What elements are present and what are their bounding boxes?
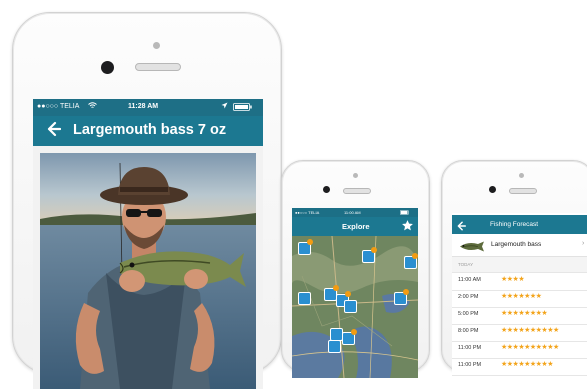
forecast-time: 11:00 PM [458,362,482,368]
map-pin[interactable] [298,292,311,305]
map-pin-badge [333,285,339,291]
section-header: TODAY [452,257,587,273]
earpiece-speaker [343,188,371,194]
forecast-row[interactable]: 11:00 PM ★★★★★★★★★★ [452,341,587,359]
forecast-time: 8:00 PM [458,328,479,334]
forecast-row[interactable]: 11:00 AM ★★★★ [452,273,587,291]
map-view[interactable] [292,236,418,378]
phone-explore-map: ●●○○○ TELIA 11:00 AM Explore [281,160,430,378]
explore-screen: ●●○○○ TELIA 11:00 AM Explore [292,208,418,378]
forecast-screen: Fishing Forecast Largemouth bass › TODAY… [452,213,587,383]
rating-stars: ★★★★★★★★ [501,310,548,317]
wifi-icon [88,102,97,111]
forecast-time: 2:00 PM [458,294,479,300]
map-pin[interactable] [328,340,341,353]
species-label: Largemouth bass [491,241,542,248]
map-pin-badge [345,291,351,297]
forecast-time: 5:00 PM [458,311,479,317]
carrier-label: ●●○○○ TELIA [295,210,320,215]
map-pin[interactable] [344,300,357,313]
battery-icon [233,103,253,113]
proximity-sensor [353,173,358,178]
star-icon[interactable] [401,219,414,237]
map-pin-badge [351,329,357,335]
forecast-row[interactable]: 5:00 PM ★★★★★★★★ [452,307,587,325]
phone-catch-detail: ●●○○○ TELIA 11:28 AM Largemouth bass 7 o… [12,12,282,389]
proximity-sensor [519,173,524,178]
catch-photo [40,153,256,389]
front-camera [489,186,496,193]
earpiece-speaker [135,63,181,71]
chevron-right-icon: › [582,240,585,247]
rating-stars: ★★★★★★★★★ [501,361,553,368]
navigation-bar: Fishing Forecast [452,215,587,234]
location-icon [221,102,228,111]
catch-content [33,146,263,389]
clock: 11:00 AM [344,210,361,215]
map-pin-badge [307,239,313,245]
map-pin-badge [371,247,377,253]
navigation-bar: Largemouth bass 7 oz [33,116,263,146]
forecast-list: 11:00 AM ★★★★ 2:00 PM ★★★★★★★ 5:00 PM ★★★★★★★… [452,273,587,383]
map-pin-badge [403,289,409,295]
back-arrow-icon[interactable] [47,121,62,142]
fish-icon [458,239,486,257]
catch-detail-screen: ●●○○○ TELIA 11:28 AM Largemouth bass 7 o… [33,99,263,389]
navigation-bar: Explore [292,217,418,236]
battery-icon [400,210,410,216]
rating-stars: ★★★★★★★★★★ [501,344,559,351]
front-camera [323,186,330,193]
proximity-sensor [153,42,160,49]
forecast-row[interactable]: 2:00 PM ★★★★★★★ [452,290,587,308]
forecast-row[interactable]: 8:00 PM ★★★★★★★★★★ [452,324,587,342]
forecast-row[interactable]: 11:00 PM ★★★★★★★★★ [452,358,587,376]
map-pin-badge [412,253,418,259]
front-camera [101,61,114,74]
forecast-time: 11:00 AM [458,277,481,283]
page-title: Largemouth bass 7 oz [73,122,227,138]
carrier-label: ●●○○○ TELIA [37,103,80,110]
clock: 11:28 AM [128,103,159,110]
status-bar: ●●○○○ TELIA 11:28 AM [33,99,263,116]
section-label: TODAY [458,262,474,267]
rating-stars: ★★★★ [501,276,525,283]
phone-fishing-forecast: Fishing Forecast Largemouth bass › TODAY… [441,160,587,383]
species-selector[interactable]: Largemouth bass › [452,234,587,257]
rating-stars: ★★★★★★★ [501,293,542,300]
page-title: Fishing Forecast [490,221,539,228]
status-bar: ●●○○○ TELIA 11:00 AM [292,208,418,217]
earpiece-speaker [509,188,537,194]
rating-stars: ★★★★★★★★★★ [501,327,559,334]
forecast-time: 11:00 PM [458,345,482,351]
page-title: Explore [342,222,370,231]
